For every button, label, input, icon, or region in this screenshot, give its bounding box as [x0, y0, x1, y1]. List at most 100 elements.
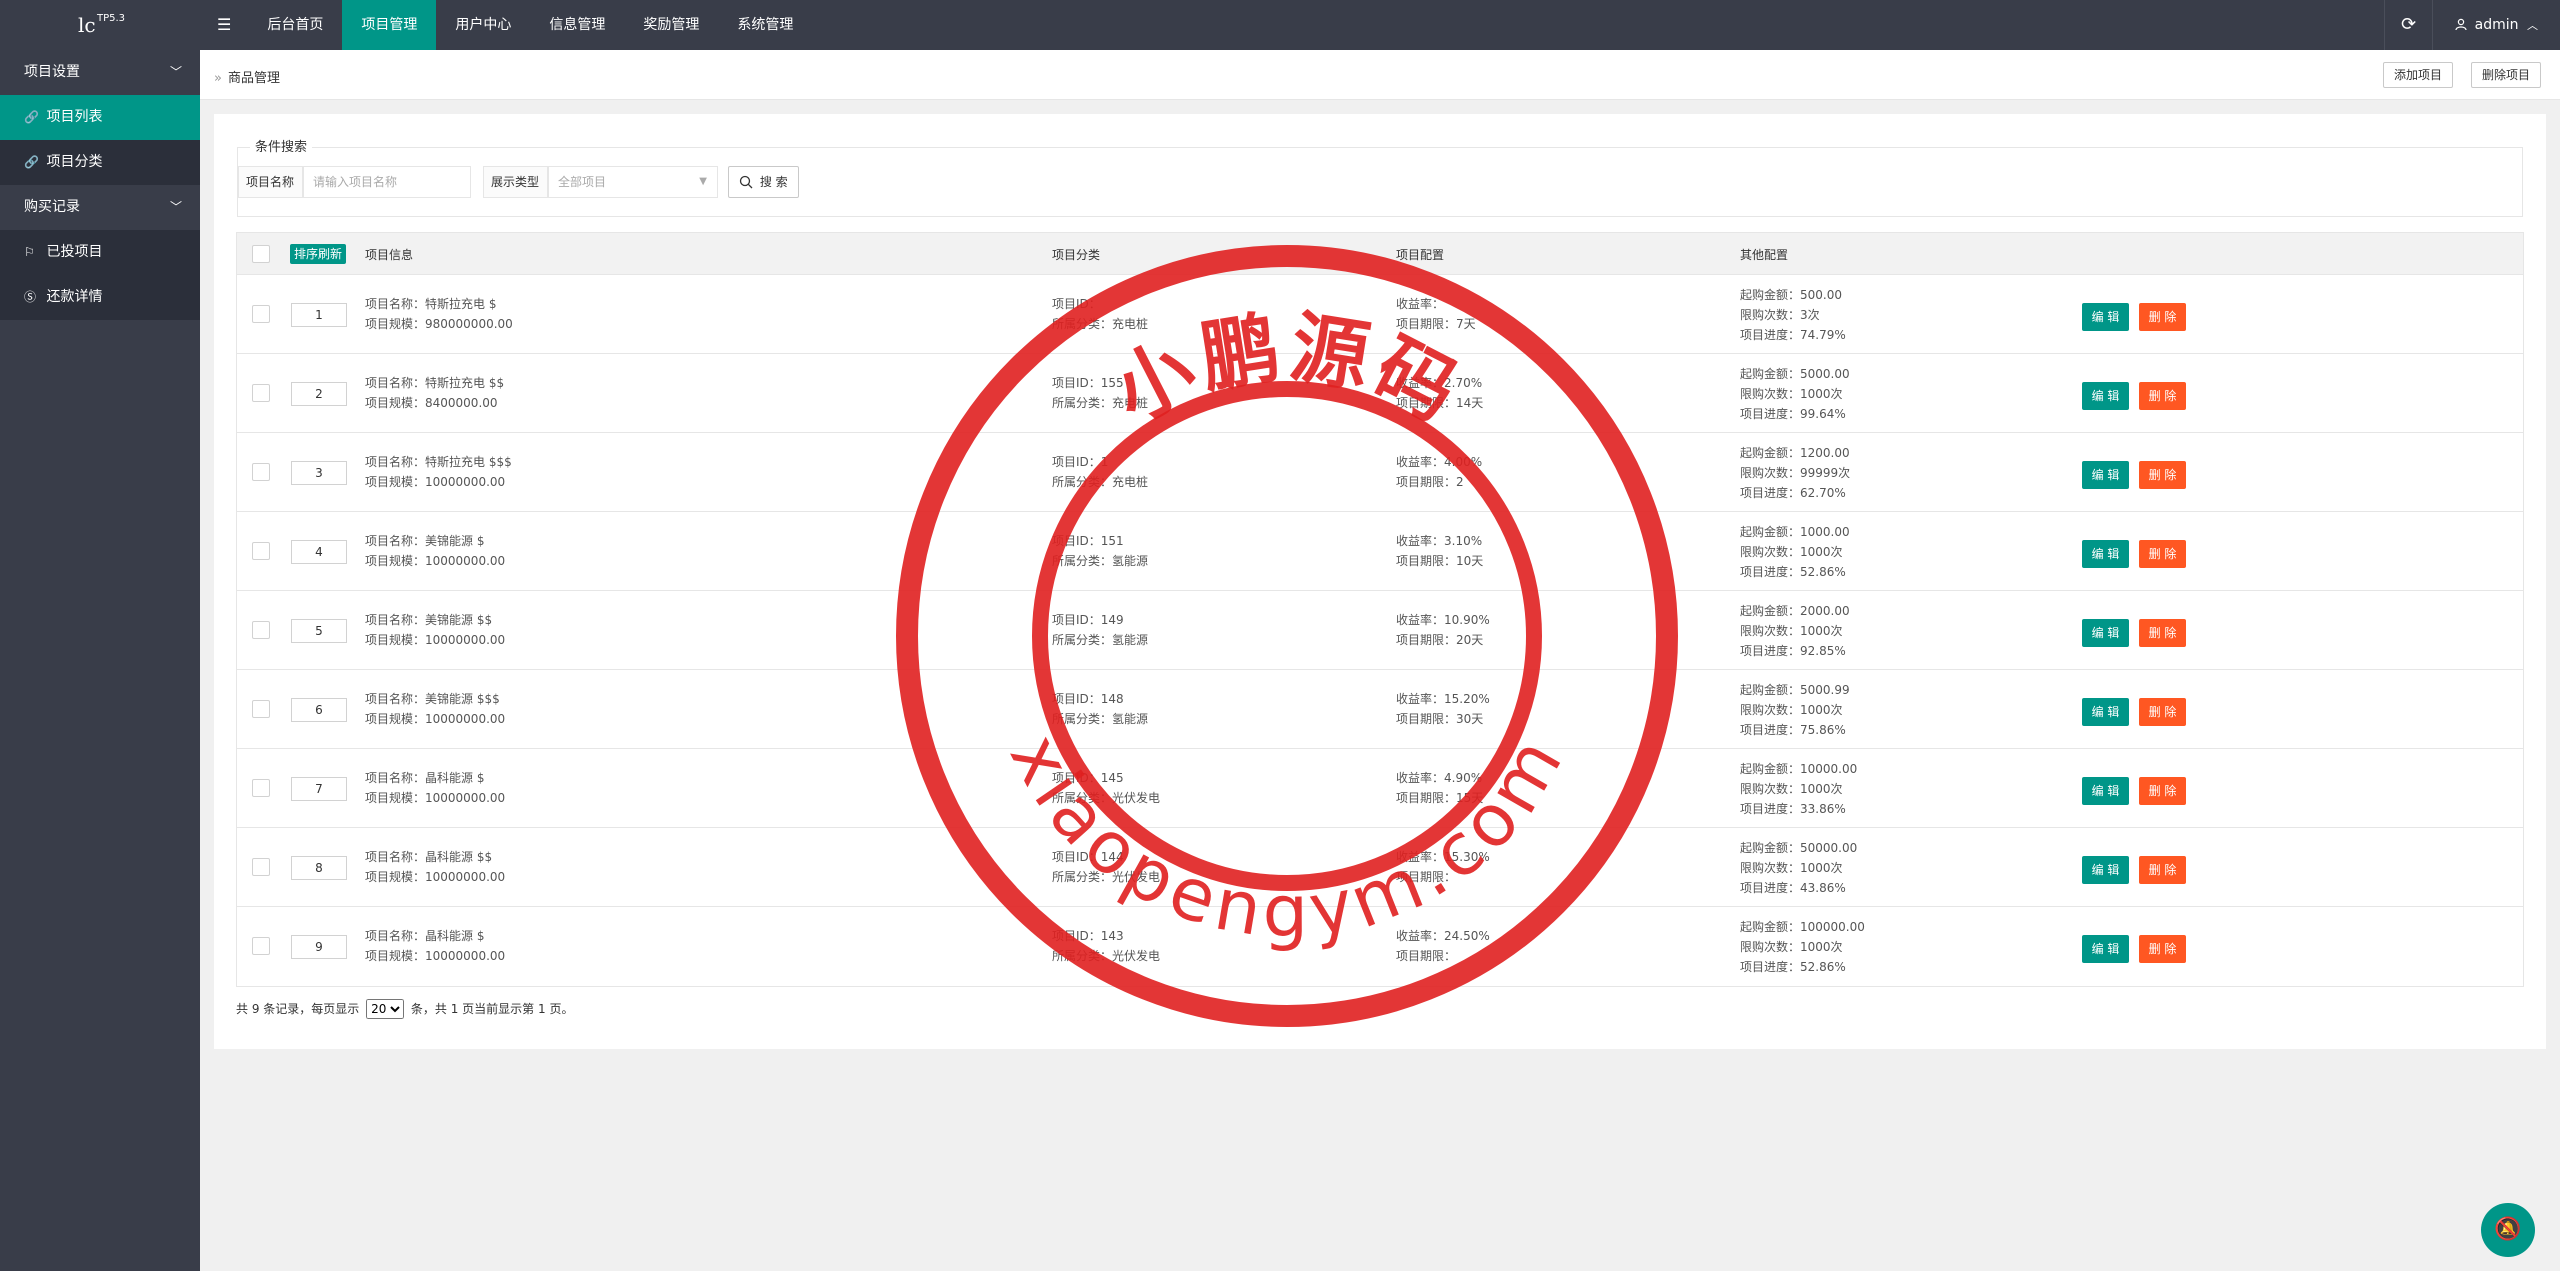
- search-button[interactable]: 搜 索: [728, 166, 799, 198]
- sidebar-item-project-category[interactable]: 🔗 项目分类: [0, 140, 200, 185]
- breadcrumb-label[interactable]: 商品管理: [228, 71, 280, 86]
- pager-prefix: 共 9 条记录，每页显示: [236, 1002, 360, 1016]
- project-info: 项目名称：晶科能源 $ 项目规模：10000000.00: [365, 768, 505, 808]
- delete-button[interactable]: 删 除: [2139, 935, 2186, 963]
- project-info: 项目名称：特斯拉充电 $ 项目规模：980000000.00: [365, 294, 513, 334]
- order-input[interactable]: 5: [291, 619, 347, 643]
- order-input[interactable]: 7: [291, 777, 347, 801]
- project-progress: 项目进度：99.64%: [1740, 407, 1846, 421]
- nav-item-info[interactable]: 信息管理: [530, 0, 624, 50]
- delete-button[interactable]: 删 除: [2139, 303, 2186, 331]
- sidebar-item-repayment[interactable]: Ⓢ 还款详情: [0, 275, 200, 320]
- logo[interactable]: lc TP5.3: [0, 0, 200, 50]
- project-id: 项目ID：145: [1052, 771, 1124, 785]
- edit-button[interactable]: 编 辑: [2082, 303, 2129, 331]
- delete-button[interactable]: 删 除: [2139, 619, 2186, 647]
- delete-button[interactable]: 删 除: [2139, 461, 2186, 489]
- delete-button[interactable]: 删 除: [2139, 382, 2186, 410]
- name-label: 项目名称: [238, 166, 303, 198]
- flag-icon: ⚐: [24, 245, 35, 259]
- other-config: 起购金额：5000.00 限购次数：1000次 项目进度：99.64%: [1740, 364, 1850, 424]
- edit-button[interactable]: 编 辑: [2082, 856, 2129, 884]
- min-amount: 起购金额：2000.00: [1740, 604, 1850, 618]
- project-scale: 项目规模：10000000.00: [365, 791, 506, 805]
- nav-item-users[interactable]: 用户中心: [436, 0, 530, 50]
- sort-refresh-button[interactable]: 排序刷新: [290, 244, 347, 264]
- row-checkbox[interactable]: [252, 305, 270, 323]
- project-info: 项目名称：美锦能源 $ 项目规模：10000000.00: [365, 531, 505, 571]
- nav-item-home[interactable]: 后台首页: [248, 0, 342, 50]
- row-checkbox[interactable]: [252, 858, 270, 876]
- row-checkbox[interactable]: [252, 779, 270, 797]
- order-input[interactable]: 1: [291, 303, 347, 327]
- edit-button[interactable]: 编 辑: [2082, 777, 2129, 805]
- purchase-limit: 限购次数：1000次: [1740, 940, 1843, 954]
- project-category: 项目ID：143 所属分类：光伏发电: [1052, 926, 1160, 966]
- purchase-limit: 限购次数：1000次: [1740, 624, 1843, 638]
- edit-button[interactable]: 编 辑: [2082, 935, 2129, 963]
- sidebar-group-project-settings[interactable]: 项目设置 ﹀: [0, 50, 200, 95]
- purchase-limit: 限购次数：1000次: [1740, 861, 1843, 875]
- row-checkbox[interactable]: [252, 621, 270, 639]
- edit-button[interactable]: 编 辑: [2082, 698, 2129, 726]
- project-id: 项目ID：: [1052, 297, 1101, 311]
- user-menu[interactable]: admin ︿: [2432, 0, 2560, 50]
- order-input[interactable]: 8: [291, 856, 347, 880]
- order-input[interactable]: 6: [291, 698, 347, 722]
- row-checkbox[interactable]: [252, 700, 270, 718]
- sidebar-item-project-list[interactable]: 🔗 项目列表: [0, 95, 200, 140]
- project-scale: 项目规模：8400000.00: [365, 396, 498, 410]
- name-input[interactable]: 请输入项目名称: [303, 166, 471, 198]
- floating-bell-off-icon[interactable]: 🔕: [2481, 1203, 2535, 1257]
- delete-button[interactable]: 删 除: [2139, 856, 2186, 884]
- project-info: 项目名称：晶科能源 $$ 项目规模：10000000.00: [365, 847, 505, 887]
- chevron-down-icon: ﹀: [169, 65, 182, 79]
- search-icon: [739, 175, 753, 189]
- nav-item-system[interactable]: 系统管理: [718, 0, 812, 50]
- delete-button[interactable]: 删 除: [2139, 540, 2186, 568]
- edit-button[interactable]: 编 辑: [2082, 540, 2129, 568]
- project-progress: 项目进度：43.86%: [1740, 881, 1846, 895]
- select-all-checkbox[interactable]: [252, 245, 270, 263]
- category-name: 所属分类：氢能源: [1052, 554, 1149, 568]
- sidebar-group-purchase-records[interactable]: 购买记录 ﹀: [0, 185, 200, 230]
- delete-project-button[interactable]: 删除项目: [2470, 62, 2541, 88]
- order-input[interactable]: 4: [291, 540, 347, 564]
- menu-toggle-icon[interactable]: ☰: [200, 0, 248, 50]
- other-config: 起购金额：1200.00 限购次数：99999次 项目进度：62.70%: [1740, 443, 1850, 503]
- edit-button[interactable]: 编 辑: [2082, 461, 2129, 489]
- order-input[interactable]: 9: [291, 935, 347, 959]
- project-category: 项目ID：151 所属分类：氢能源: [1052, 531, 1148, 571]
- row-checkbox[interactable]: [252, 463, 270, 481]
- project-period: 项目期限：20天: [1396, 633, 1484, 647]
- nav-item-projects[interactable]: 项目管理: [342, 0, 437, 50]
- edit-button[interactable]: 编 辑: [2082, 619, 2129, 647]
- sidebar-item-invested[interactable]: ⚐ 已投项目: [0, 230, 200, 275]
- return-rate: 收益率：10.90%: [1396, 613, 1490, 627]
- project-scale: 项目规模：10000000.00: [365, 554, 506, 568]
- row-checkbox[interactable]: [252, 542, 270, 560]
- user-icon: [2455, 18, 2467, 31]
- page-size-select[interactable]: 20: [366, 999, 405, 1019]
- refresh-icon[interactable]: ⟳: [2384, 0, 2432, 50]
- type-select[interactable]: 全部项目 ▼: [548, 166, 718, 198]
- main-nav: ☰ 后台首页 项目管理 用户中心 信息管理 奖励管理 系统管理: [200, 0, 812, 50]
- project-category: 项目ID： 所属分类：充电桩: [1052, 294, 1148, 334]
- project-scale: 项目规模：10000000.00: [365, 949, 506, 963]
- project-period: 项目期限：14天: [1396, 396, 1484, 410]
- dollar-icon: Ⓢ: [24, 290, 37, 304]
- project-id: 项目ID：1: [1052, 455, 1109, 469]
- return-rate: 收益率：3.10%: [1396, 534, 1483, 548]
- nav-item-rewards[interactable]: 奖励管理: [624, 0, 718, 50]
- order-input[interactable]: 2: [291, 382, 347, 406]
- sidebar-item-label: 还款详情: [46, 289, 103, 305]
- min-amount: 起购金额：5000.00: [1740, 367, 1850, 381]
- row-checkbox[interactable]: [252, 937, 270, 955]
- add-project-button[interactable]: 添加项目: [2382, 62, 2453, 88]
- delete-button[interactable]: 删 除: [2139, 698, 2186, 726]
- order-input[interactable]: 3: [291, 461, 347, 485]
- edit-button[interactable]: 编 辑: [2082, 382, 2129, 410]
- pagination-info: 共 9 条记录，每页显示 20 条，共 1 页当前显示第 1 页。: [236, 999, 573, 1019]
- row-checkbox[interactable]: [252, 384, 270, 402]
- delete-button[interactable]: 删 除: [2139, 777, 2186, 805]
